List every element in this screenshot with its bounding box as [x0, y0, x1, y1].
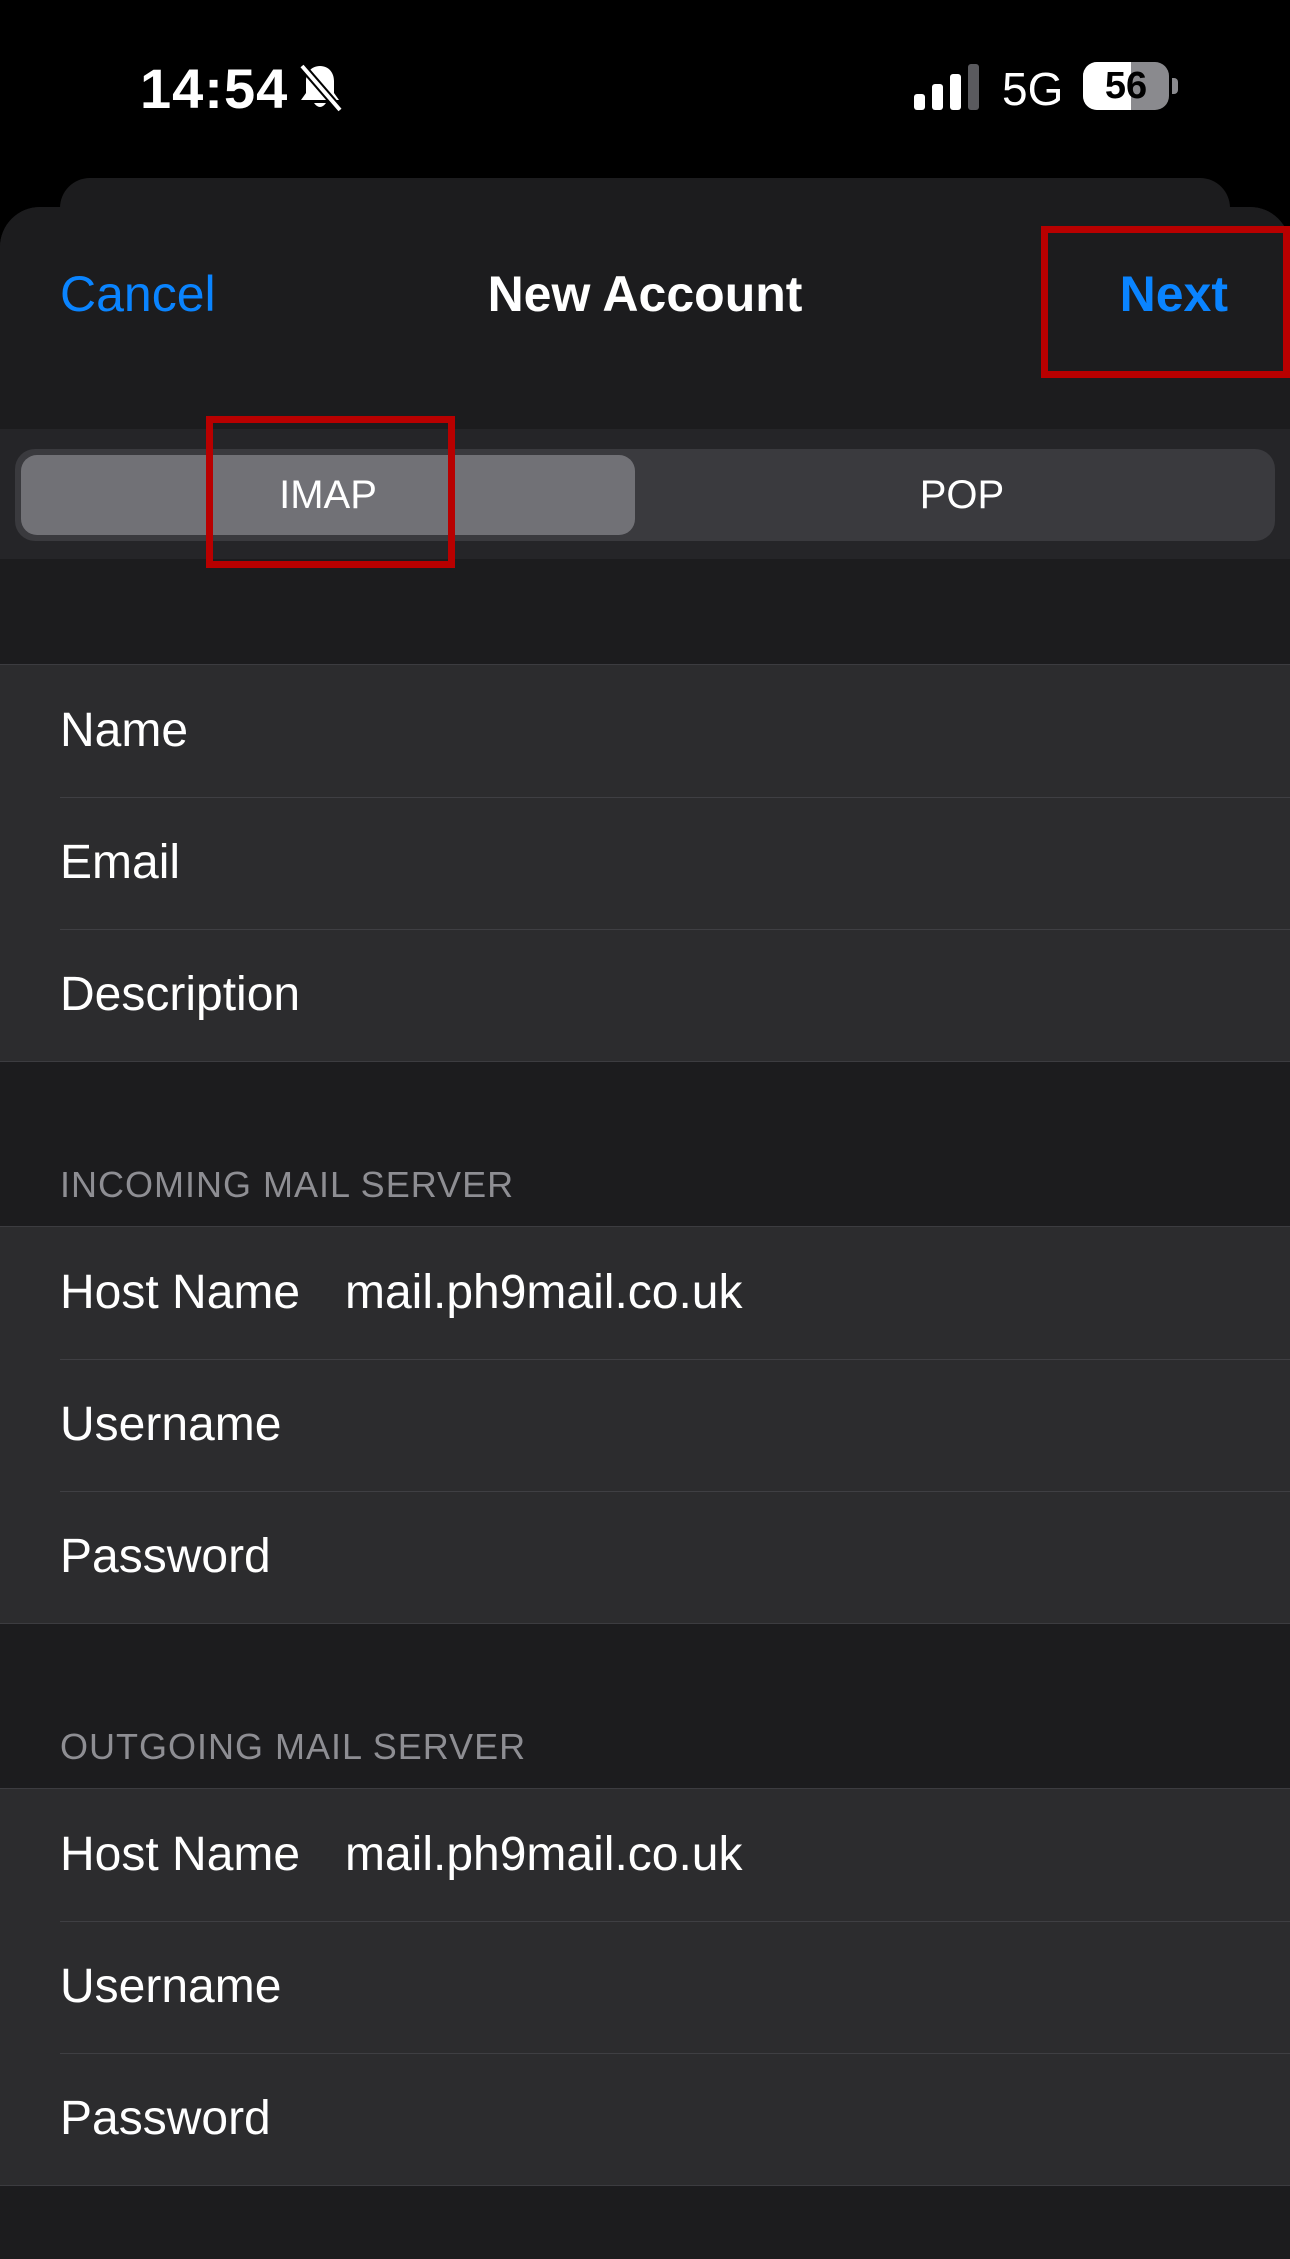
- bell-slash-icon: [298, 63, 344, 113]
- battery-level: 56: [1104, 65, 1148, 107]
- description-label: Description: [60, 968, 301, 1021]
- outgoing-username-row[interactable]: Username: [0, 1921, 1290, 2053]
- name-row[interactable]: Name: [0, 665, 1290, 797]
- incoming-password-row[interactable]: Password: [0, 1491, 1290, 1623]
- navigation-bar: Cancel New Account Next: [0, 207, 1290, 427]
- email-label: Email: [60, 836, 181, 889]
- next-button[interactable]: Next: [1120, 265, 1228, 323]
- outgoing-username-label: Username: [60, 1960, 282, 2013]
- segment-pop[interactable]: POP: [655, 455, 1269, 535]
- incoming-host-value[interactable]: mail.ph9mail.co.uk: [345, 1265, 743, 1320]
- battery-icon: 56: [1083, 62, 1169, 110]
- account-info-group: Name Email Description: [0, 664, 1290, 1062]
- incoming-username-row[interactable]: Username: [0, 1359, 1290, 1491]
- incoming-host-row[interactable]: Host Name mail.ph9mail.co.uk: [0, 1227, 1290, 1359]
- status-bar: 14:54 5G 56: [0, 0, 1290, 175]
- network-type: 5G: [1002, 63, 1064, 115]
- outgoing-host-row[interactable]: Host Name mail.ph9mail.co.uk: [0, 1789, 1290, 1921]
- segment-imap[interactable]: IMAP: [21, 455, 635, 535]
- incoming-section-header: INCOMING MAIL SERVER: [60, 1164, 515, 1205]
- outgoing-section-header: OUTGOING MAIL SERVER: [60, 1726, 527, 1767]
- outgoing-password-row[interactable]: Password: [0, 2053, 1290, 2185]
- incoming-username-label: Username: [60, 1398, 282, 1451]
- description-row[interactable]: Description: [0, 929, 1290, 1061]
- battery-cap: [1172, 78, 1178, 94]
- outgoing-host-value[interactable]: mail.ph9mail.co.uk: [345, 1827, 743, 1882]
- incoming-server-group: Host Name mail.ph9mail.co.uk Username Pa…: [0, 1226, 1290, 1624]
- outgoing-host-label: Host Name: [60, 1828, 301, 1881]
- email-row[interactable]: Email: [0, 797, 1290, 929]
- page-title: New Account: [487, 266, 803, 322]
- incoming-host-label: Host Name: [60, 1266, 301, 1319]
- incoming-password-label: Password: [60, 1530, 271, 1583]
- outgoing-server-group: Host Name mail.ph9mail.co.uk Username Pa…: [0, 1788, 1290, 2186]
- name-label: Name: [60, 704, 189, 757]
- cellular-signal-icon: [914, 64, 979, 110]
- outgoing-password-label: Password: [60, 2092, 271, 2145]
- new-account-sheet: Cancel New Account Next IMAP POP Name Em…: [0, 207, 1290, 2259]
- status-time: 14:54: [140, 57, 289, 120]
- account-type-segmented-control: IMAP POP: [15, 449, 1275, 541]
